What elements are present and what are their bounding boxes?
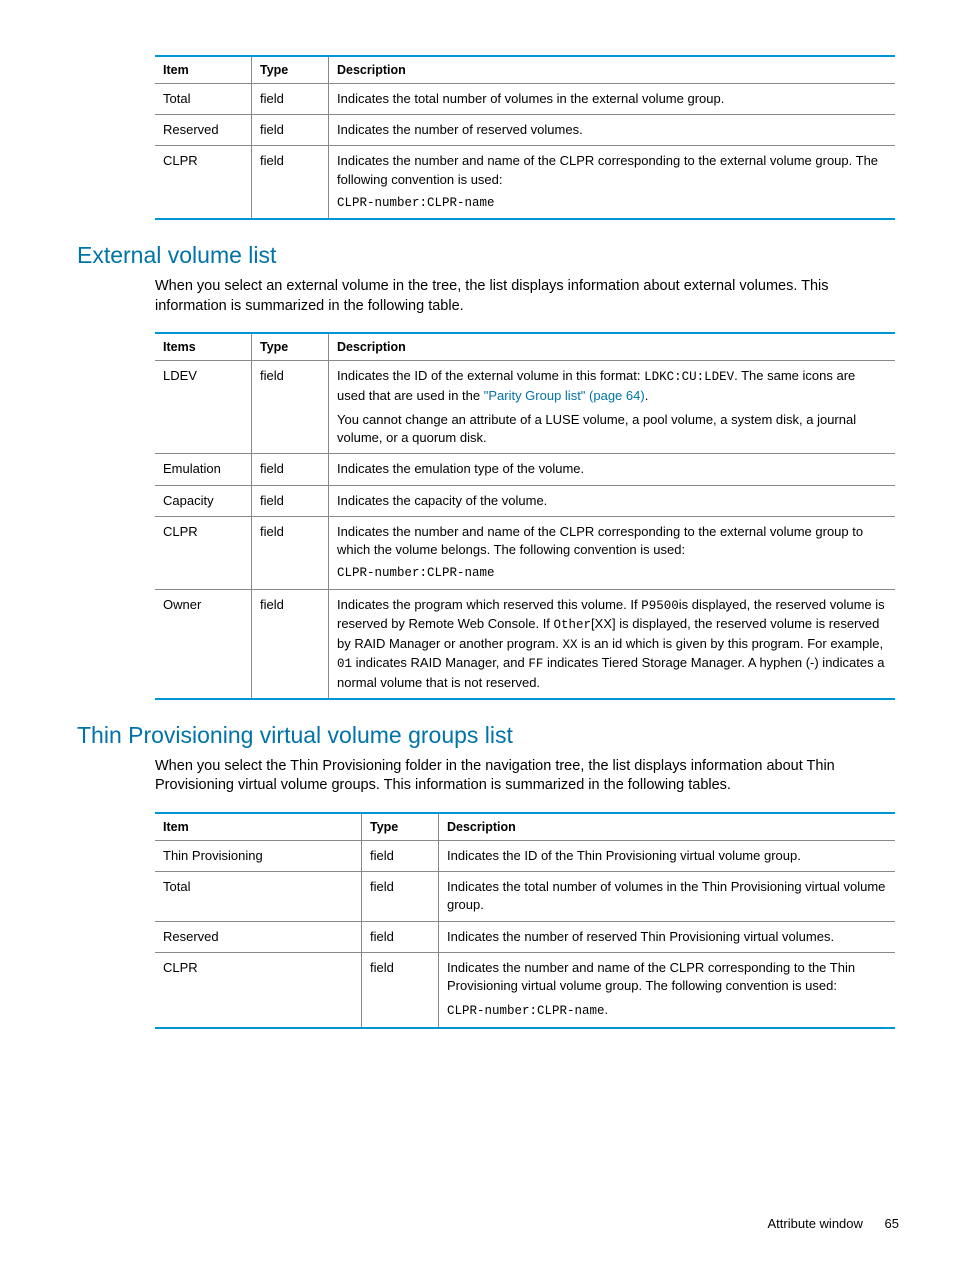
cell-item: CLPR <box>155 146 252 219</box>
code-inline: XX <box>562 638 577 652</box>
desc-text: Indicates the number and name of the CLP… <box>337 153 878 186</box>
cell-item: Owner <box>155 589 252 699</box>
cell-desc: Indicates the total number of volumes in… <box>329 84 896 115</box>
desc-part: Indicates the program which reserved thi… <box>337 597 641 612</box>
cell-desc: Indicates the program which reserved thi… <box>329 589 896 699</box>
table-row: CLPR field Indicates the number and name… <box>155 516 895 589</box>
table-row: LDEV field Indicates the ID of the exter… <box>155 361 895 454</box>
cell-desc: Indicates the capacity of the volume. <box>329 485 896 516</box>
table-row: Reserved field Indicates the number of r… <box>155 115 895 146</box>
col-type: Type <box>252 56 329 84</box>
desc-part: indicates RAID Manager, and <box>352 655 528 670</box>
desc-text: Indicates the number and name of the CLP… <box>447 960 855 993</box>
cell-type: field <box>252 361 329 454</box>
page-number: 65 <box>885 1216 899 1231</box>
col-description: Description <box>439 813 896 841</box>
external-volume-list-table: Items Type Description LDEV field Indica… <box>155 332 895 700</box>
cell-desc: Indicates the ID of the Thin Provisionin… <box>439 841 896 872</box>
cell-type: field <box>252 454 329 485</box>
col-type: Type <box>252 333 329 361</box>
cell-type: field <box>362 921 439 952</box>
code-trail: . <box>605 1002 609 1017</box>
cell-desc: Indicates the number and name of the CLP… <box>329 516 896 589</box>
table-row: Reserved field Indicates the number of r… <box>155 921 895 952</box>
cell-item: Thin Provisioning <box>155 841 362 872</box>
code-line: CLPR-number:CLPR-name. <box>447 1001 887 1021</box>
cell-type: field <box>252 115 329 146</box>
cell-item: Emulation <box>155 454 252 485</box>
code-text: CLPR-number:CLPR-name <box>337 565 887 583</box>
cell-desc: Indicates the number of reserved volumes… <box>329 115 896 146</box>
desc-part: is an id which is given by this program.… <box>577 636 883 651</box>
cell-type: field <box>252 146 329 219</box>
table-row: CLPR field Indicates the number and name… <box>155 952 895 1027</box>
table-row: Emulation field Indicates the emulation … <box>155 454 895 485</box>
col-items: Items <box>155 333 252 361</box>
cell-item: LDEV <box>155 361 252 454</box>
heading-thin-provisioning-list: Thin Provisioning virtual volume groups … <box>77 722 899 749</box>
cell-type: field <box>252 516 329 589</box>
code-inline: FF <box>528 657 543 671</box>
page-footer: Attribute window 65 <box>768 1216 899 1231</box>
col-item: Item <box>155 56 252 84</box>
parity-group-list-link[interactable]: "Parity Group list" (page 64) <box>484 388 645 403</box>
thin-provisioning-groups-table: Item Type Description Thin Provisioning … <box>155 812 895 1029</box>
cell-type: field <box>252 589 329 699</box>
code-inline: LDKC:CU:LDEV <box>644 370 734 384</box>
external-volume-group-table: Item Type Description Total field Indica… <box>155 55 895 220</box>
cell-type: field <box>252 84 329 115</box>
table-row: Owner field Indicates the program which … <box>155 589 895 699</box>
cell-item: Reserved <box>155 115 252 146</box>
cell-type: field <box>362 952 439 1027</box>
cell-item: CLPR <box>155 952 362 1027</box>
cell-item: Capacity <box>155 485 252 516</box>
cell-desc: Indicates the total number of volumes in… <box>439 872 896 921</box>
paragraph: When you select an external volume in th… <box>155 277 844 316</box>
col-item: Item <box>155 813 362 841</box>
code-inline: P9500 <box>641 599 679 613</box>
col-description: Description <box>329 56 896 84</box>
cell-desc: Indicates the emulation type of the volu… <box>329 454 896 485</box>
cell-type: field <box>252 485 329 516</box>
paragraph: When you select the Thin Provisioning fo… <box>155 757 844 796</box>
table-row: Capacity field Indicates the capacity of… <box>155 485 895 516</box>
col-type: Type <box>362 813 439 841</box>
cell-desc: Indicates the number of reserved Thin Pr… <box>439 921 896 952</box>
table-row: Total field Indicates the total number o… <box>155 872 895 921</box>
table-row: Total field Indicates the total number o… <box>155 84 895 115</box>
cell-desc: Indicates the ID of the external volume … <box>329 361 896 454</box>
desc-text: Indicates the number and name of the CLP… <box>337 524 863 557</box>
footer-title: Attribute window <box>768 1216 863 1231</box>
cell-type: field <box>362 872 439 921</box>
cell-desc: Indicates the number and name of the CLP… <box>439 952 896 1027</box>
cell-type: field <box>362 841 439 872</box>
code-inline: Other <box>554 618 592 632</box>
code-text: CLPR-number:CLPR-name <box>337 195 887 213</box>
code-inline: 01 <box>337 657 352 671</box>
cell-item: Total <box>155 872 362 921</box>
cell-desc: Indicates the number and name of the CLP… <box>329 146 896 219</box>
desc-part: You cannot change an attribute of a LUSE… <box>337 411 887 447</box>
table-row: CLPR field Indicates the number and name… <box>155 146 895 219</box>
cell-item: CLPR <box>155 516 252 589</box>
cell-item: Reserved <box>155 921 362 952</box>
cell-item: Total <box>155 84 252 115</box>
desc-part: . <box>645 388 649 403</box>
heading-external-volume-list: External volume list <box>77 242 899 269</box>
code-text: CLPR-number:CLPR-name <box>447 1004 605 1018</box>
desc-part: Indicates the ID of the external volume … <box>337 368 644 383</box>
table-row: Thin Provisioning field Indicates the ID… <box>155 841 895 872</box>
col-description: Description <box>329 333 896 361</box>
